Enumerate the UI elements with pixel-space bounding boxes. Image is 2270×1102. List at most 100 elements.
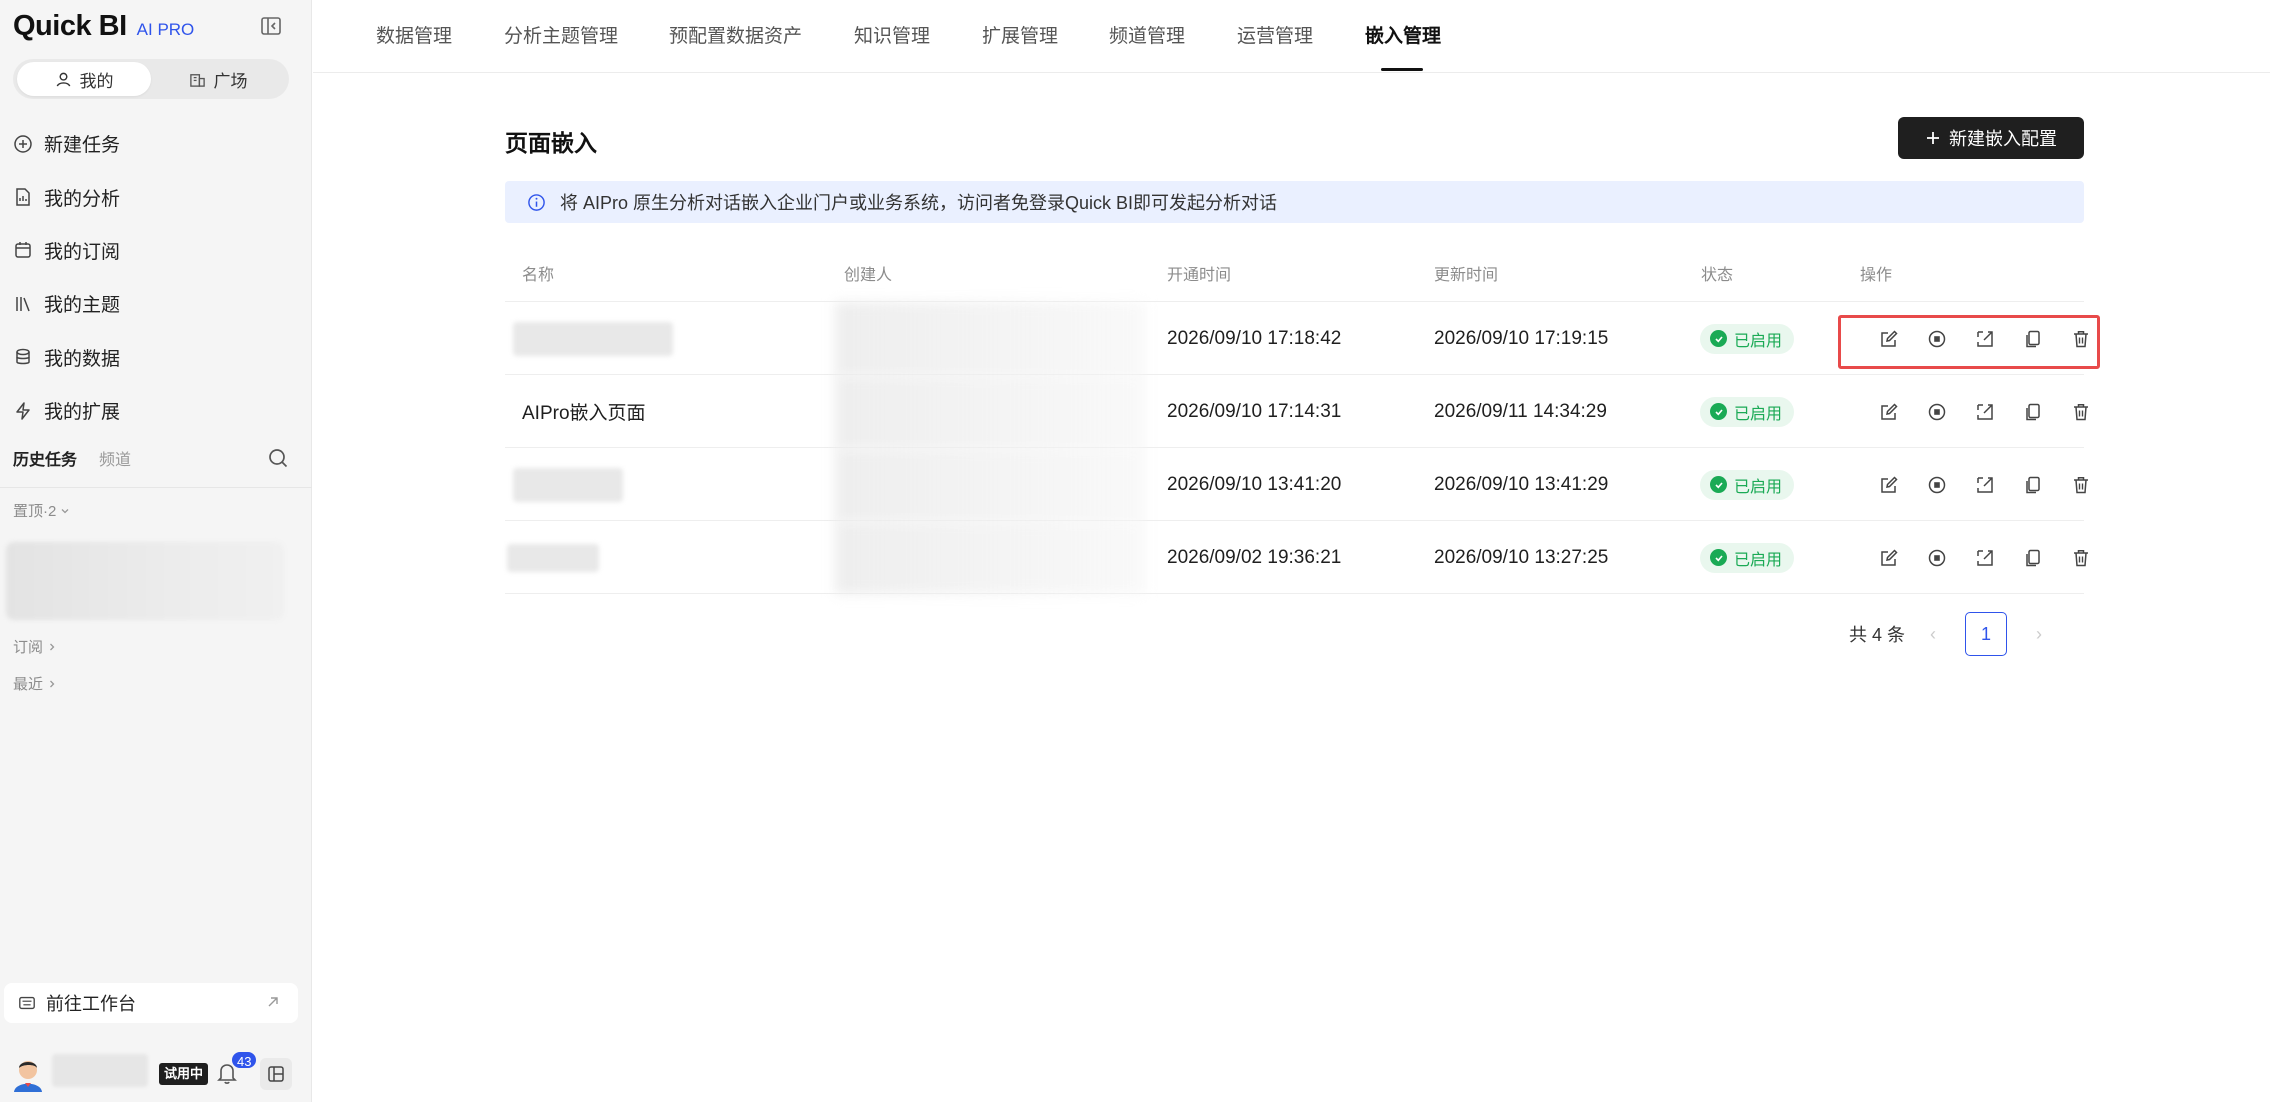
- copy-icon[interactable]: [2009, 470, 2057, 500]
- plus-circle-icon: [14, 134, 32, 153]
- stop-icon[interactable]: [1913, 543, 1961, 573]
- layout-icon[interactable]: [260, 1058, 292, 1090]
- page-number[interactable]: 1: [1965, 612, 2008, 656]
- table-row: 2026/09/02 19:36:21 2026/09/10 13:27:25 …: [505, 521, 2088, 594]
- group-pinned[interactable]: 置顶·2: [13, 500, 70, 521]
- info-icon: [528, 193, 545, 211]
- tab-extension-management[interactable]: 扩展管理: [982, 21, 1058, 48]
- tab-preset-data-assets[interactable]: 预配置数据资产: [669, 21, 802, 48]
- edit-icon[interactable]: [1865, 397, 1913, 427]
- tab-topic-management[interactable]: 分析主题管理: [504, 21, 618, 48]
- tab-embed-management[interactable]: 嵌入管理: [1365, 21, 1441, 48]
- workbench-label: 前往工作台: [46, 994, 136, 1014]
- embed-table: 名称 创建人 开通时间 更新时间 状态 操作 2026/09/10 17:18:…: [505, 250, 2088, 594]
- group-subscribe[interactable]: 订阅: [13, 636, 57, 657]
- stop-icon[interactable]: [1913, 470, 1961, 500]
- tab-operation-management[interactable]: 运营管理: [1237, 21, 1313, 48]
- chevron-right-icon: [50, 680, 55, 687]
- active-tab-indicator: [1381, 68, 1423, 71]
- group-pinned-label: 置顶·2: [13, 503, 57, 520]
- status-badge: 已启用: [1700, 323, 1795, 354]
- keyboard-icon: [19, 996, 35, 1010]
- row-actions: [1865, 375, 2105, 448]
- collapse-sidebar-icon[interactable]: [260, 15, 282, 37]
- goto-workbench-button[interactable]: 前往工作台: [4, 983, 298, 1023]
- edit-icon[interactable]: [1865, 543, 1913, 573]
- new-embed-config-button[interactable]: 新建嵌入配置: [1898, 117, 2084, 159]
- status-label: 已启用: [1734, 405, 1783, 423]
- calendar-icon: [15, 242, 31, 259]
- opened-time: 2026/09/10 13:41:20: [1167, 473, 1342, 495]
- sidebar-item-my-extensions[interactable]: 我的扩展: [0, 384, 312, 437]
- top-tabs: 数据管理 分析主题管理 预配置数据资产 知识管理 扩展管理 频道管理 运营管理 …: [313, 0, 2270, 73]
- trial-badge: 试用中: [159, 1063, 209, 1085]
- document-chart-icon: [16, 188, 30, 206]
- info-text: 将 AIPro 原生分析对话嵌入企业门户或业务系统，访问者免登录Quick BI…: [560, 193, 1278, 213]
- name-cell: [513, 448, 623, 521]
- delete-icon[interactable]: [2057, 543, 2105, 573]
- info-banner: 将 AIPro 原生分析对话嵌入企业门户或业务系统，访问者免登录Quick BI…: [505, 181, 2084, 223]
- sidebar-item-label: 我的数据: [44, 348, 121, 370]
- creator-redacted: [835, 448, 1145, 521]
- sidebar-item-my-subscription[interactable]: 我的订阅: [0, 224, 312, 277]
- tab-channel-management[interactable]: 频道管理: [1109, 21, 1185, 48]
- sidebar-item-my-analysis[interactable]: 我的分析: [0, 170, 312, 223]
- check-circle-icon: [1710, 403, 1727, 420]
- updated-time: 2026/09/11 14:34:29: [1434, 400, 1607, 422]
- copy-icon[interactable]: [2009, 397, 2057, 427]
- share-icon[interactable]: [1961, 543, 2009, 573]
- table-row: 2026/09/10 13:41:20 2026/09/10 13:41:29 …: [505, 448, 2088, 521]
- delete-icon[interactable]: [2057, 470, 2105, 500]
- tab-channel[interactable]: 频道: [99, 446, 131, 470]
- user-name-redacted: [52, 1054, 148, 1087]
- share-icon[interactable]: [1961, 397, 2009, 427]
- search-icon[interactable]: [267, 447, 289, 469]
- share-icon[interactable]: [1961, 470, 2009, 500]
- sidebar-item-my-topics[interactable]: 我的主题: [0, 277, 312, 330]
- name-redacted: [507, 543, 599, 572]
- sidebar-item-label: 我的订阅: [44, 241, 121, 263]
- prev-page-icon[interactable]: ‹: [1923, 624, 1943, 645]
- sidebar-item-label: 我的扩展: [44, 402, 121, 424]
- col-opened-time: 开通时间: [1167, 267, 1232, 284]
- sidebar-item-label: 我的分析: [44, 188, 121, 210]
- sidebar-nav: 新建任务 我的分析 我的订阅 我的主题 我的数据 我的扩展: [0, 117, 312, 437]
- creator-redacted: [835, 375, 1145, 448]
- status-cell: 已启用: [1700, 302, 1795, 375]
- status-cell: 已启用: [1700, 521, 1795, 594]
- external-arrow-icon: [268, 997, 278, 1007]
- edit-icon[interactable]: [1865, 470, 1913, 500]
- tab-data-management[interactable]: 数据管理: [376, 21, 452, 48]
- sidebar-item-new-task[interactable]: 新建任务: [0, 117, 312, 170]
- name-redacted: [513, 321, 673, 356]
- row-actions: [1865, 521, 2105, 594]
- name-redacted: [513, 467, 623, 502]
- segment-square[interactable]: 广场: [151, 62, 285, 96]
- segment-square-label: 广场: [213, 71, 248, 91]
- stop-icon[interactable]: [1913, 397, 1961, 427]
- status-badge: 已启用: [1700, 396, 1795, 427]
- name-cell: [507, 521, 599, 594]
- notification-count: 43: [230, 1050, 259, 1070]
- col-creator: 创建人: [844, 267, 893, 284]
- col-status: 状态: [1701, 267, 1734, 284]
- segment-mine[interactable]: 我的: [17, 62, 151, 96]
- chevron-down-icon: [61, 508, 69, 513]
- avatar[interactable]: [11, 1056, 45, 1092]
- delete-icon[interactable]: [2057, 397, 2105, 427]
- status-badge: 已启用: [1700, 469, 1795, 500]
- updated-time: 2026/09/10 13:27:25: [1434, 546, 1609, 568]
- database-icon: [16, 349, 30, 365]
- opened-time: 2026/09/10 17:18:42: [1167, 327, 1342, 349]
- chevron-right-icon: [50, 643, 55, 650]
- copy-icon[interactable]: [2009, 543, 2057, 573]
- tab-history[interactable]: 历史任务: [13, 446, 77, 470]
- status-label: 已启用: [1734, 551, 1783, 569]
- sidebar-item-my-data[interactable]: 我的数据: [0, 331, 312, 384]
- pinned-task-redacted[interactable]: [6, 542, 284, 620]
- opened-time: 2026/09/10 17:14:31: [1167, 400, 1342, 422]
- name-cell: [513, 302, 673, 375]
- tab-knowledge-management[interactable]: 知识管理: [854, 21, 930, 48]
- group-recent[interactable]: 最近: [13, 673, 57, 694]
- next-page-icon[interactable]: ›: [2029, 624, 2049, 645]
